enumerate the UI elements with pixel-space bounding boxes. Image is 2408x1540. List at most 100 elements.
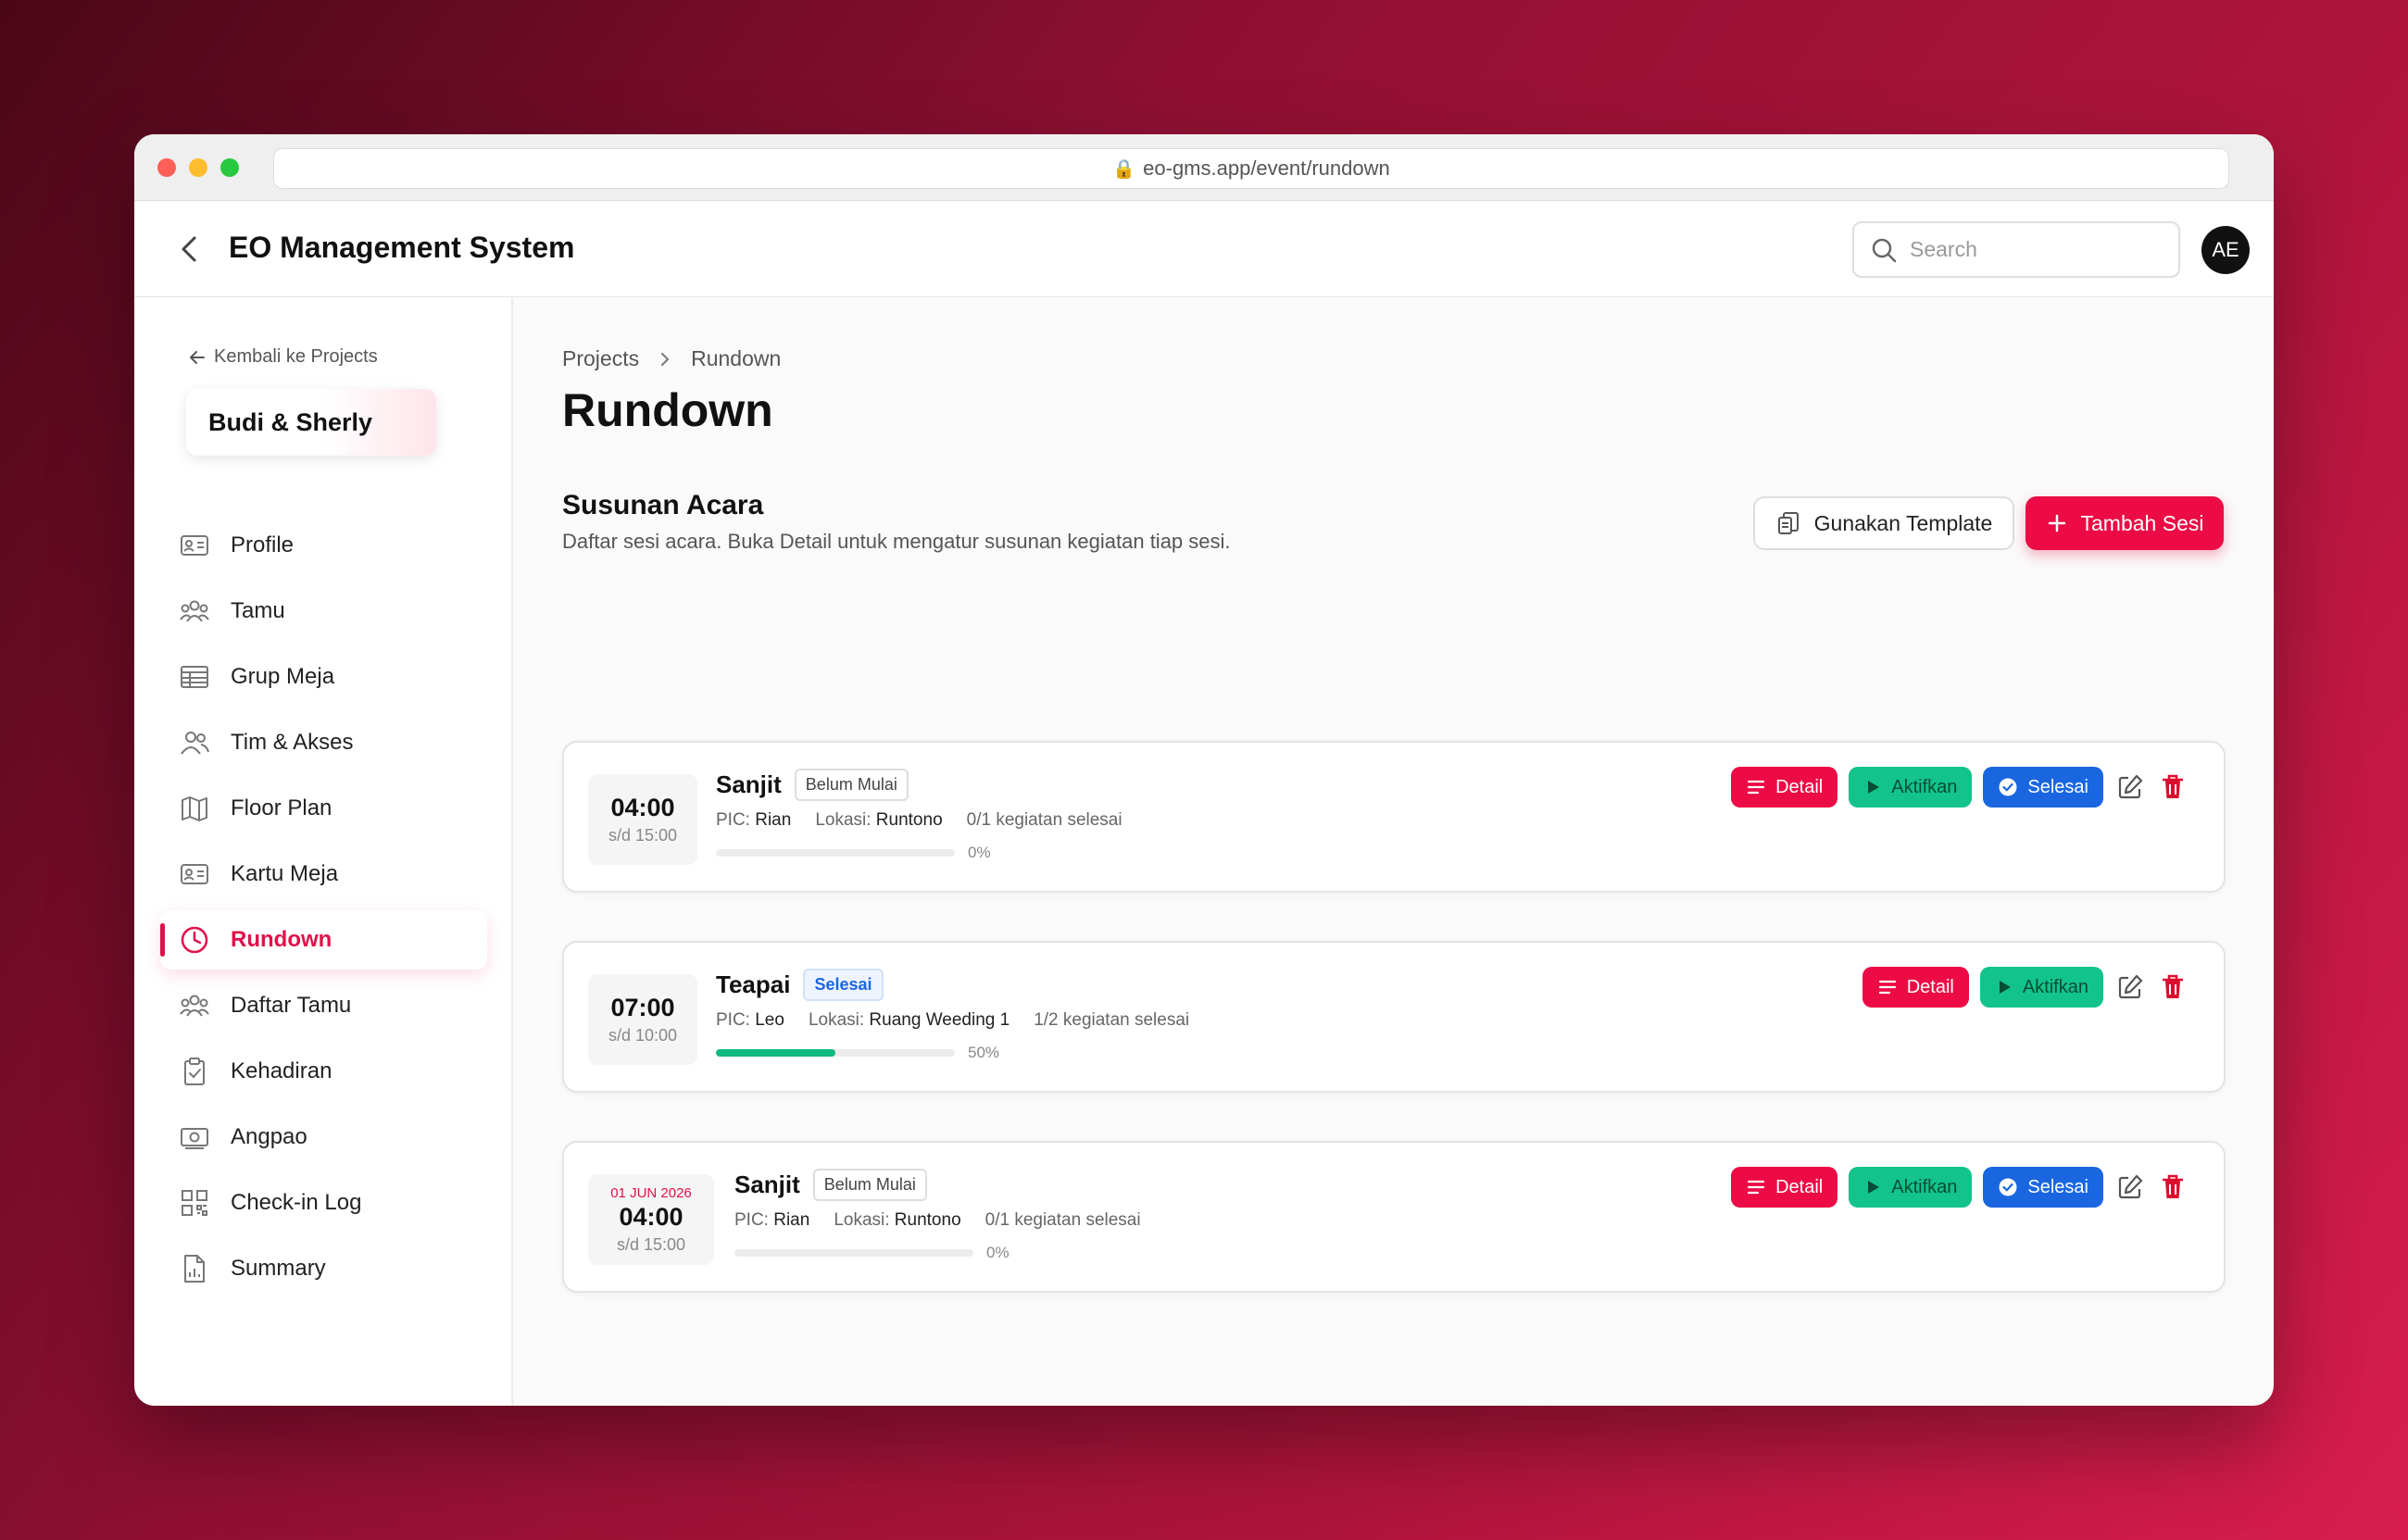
sidebar-item-daftar-tamu[interactable]: Daftar Tamu <box>160 976 487 1035</box>
activate-button[interactable]: Aktifkan <box>1979 967 2103 1008</box>
list-icon <box>1878 980 1896 995</box>
clipboard-check-icon <box>184 1058 205 1085</box>
maximize-window-button[interactable] <box>220 158 239 177</box>
sidebar-item-label: Floor Plan <box>231 795 332 820</box>
use-template-label: Gunakan Template <box>1813 510 1993 535</box>
detail-button[interactable]: Detail <box>1731 1167 1838 1208</box>
search-icon <box>1872 238 1897 262</box>
sidebar-nav: Profile Tamu Grup Meja Tim & Akses Floor… <box>160 516 487 1305</box>
check-circle-icon <box>1999 778 2017 796</box>
detail-button[interactable]: Detail <box>1731 767 1838 808</box>
sidebar-item-angpao[interactable]: Angpao <box>160 1108 487 1167</box>
breadcrumb-rundown: Rundown <box>691 346 782 370</box>
sidebar-item-tim-akses[interactable]: Tim & Akses <box>160 713 487 772</box>
breadcrumb-projects[interactable]: Projects <box>562 346 639 371</box>
finish-button[interactable]: Selesai <box>1983 767 2103 808</box>
activate-label: Aktifkan <box>2022 976 2088 997</box>
money-icon <box>181 1128 208 1149</box>
edit-button[interactable] <box>2114 1171 2146 1203</box>
session-name: Sanjit <box>716 770 782 798</box>
session-card: 01 JUN 2026 04:00 s/d 15:00 Sanjit Belum… <box>562 1141 2226 1293</box>
sidebar-item-label: Grup Meja <box>231 664 335 689</box>
project-name-card: Budi & Sherly <box>186 389 436 456</box>
detail-button[interactable]: Detail <box>1862 967 1969 1008</box>
sidebar-item-check-in-log[interactable]: Check-in Log <box>160 1173 487 1233</box>
edit-button[interactable] <box>2114 771 2146 803</box>
session-card: 07:00 s/d 10:00 Teapai Selesai PIC: Leo … <box>562 941 2226 1093</box>
close-window-button[interactable] <box>157 158 176 177</box>
back-to-projects-link[interactable]: Kembali ke Projects <box>188 346 378 368</box>
id-card-icon <box>181 535 208 556</box>
edit-button[interactable] <box>2114 971 2146 1003</box>
status-badge: Belum Mulai <box>794 769 909 801</box>
play-icon <box>1868 1181 1880 1194</box>
back-button[interactable] <box>173 231 207 268</box>
address-bar[interactable]: 🔒 eo-gms.app/event/rundown <box>273 148 2229 189</box>
session-time-box: 04:00 s/d 15:00 <box>588 774 697 865</box>
sidebar-item-tamu[interactable]: Tamu <box>160 582 487 641</box>
plus-icon <box>2048 514 2065 532</box>
report-icon <box>184 1255 205 1283</box>
sidebar-item-label: Tim & Akses <box>231 730 354 755</box>
session-name: Teapai <box>716 970 791 998</box>
delete-button[interactable] <box>2157 971 2189 1003</box>
pic-value: Leo <box>755 1010 784 1030</box>
session-activity-count: 1/2 kegiatan selesai <box>1034 1010 1190 1030</box>
detail-label: Detail <box>1775 776 1824 797</box>
sidebar-item-kartu-meja[interactable]: Kartu Meja <box>160 845 487 904</box>
location-value: Ruang Weeding 1 <box>869 1010 1010 1030</box>
sidebar-item-label: Summary <box>231 1256 326 1281</box>
sidebar-item-grup-meja[interactable]: Grup Meja <box>160 647 487 707</box>
section-title: Susunan Acara <box>562 490 764 520</box>
detail-label: Detail <box>1906 976 1954 997</box>
session-location: Lokasi: Runtono <box>815 810 942 831</box>
progress-percent: 0% <box>986 1244 1010 1261</box>
session-end-time: s/d 10:00 <box>608 1026 678 1045</box>
app-title: EO Management System <box>229 231 575 264</box>
sidebar-item-rundown[interactable]: Rundown <box>160 910 487 970</box>
session-start-time: 07:00 <box>610 994 675 1021</box>
progress-percent: 0% <box>968 844 991 861</box>
progress-bar <box>716 1049 955 1057</box>
page-title: Rundown <box>562 384 773 436</box>
use-template-button[interactable]: Gunakan Template <box>1753 496 2014 550</box>
activate-button[interactable]: Aktifkan <box>1849 1167 1973 1208</box>
team-icon <box>181 732 209 755</box>
map-icon <box>182 796 207 821</box>
session-actions: Detail Aktifkan <box>1862 967 2189 1008</box>
add-session-button[interactable]: Tambah Sesi <box>2025 496 2224 550</box>
chevron-left-icon <box>182 236 196 262</box>
finish-label: Selesai <box>2027 776 2088 797</box>
sidebar-item-label: Check-in Log <box>231 1190 362 1215</box>
session-date: 01 JUN 2026 <box>610 1184 692 1201</box>
minimize-window-button[interactable] <box>189 158 207 177</box>
session-end-time: s/d 15:00 <box>616 1234 686 1254</box>
user-avatar[interactable]: AE <box>2201 226 2250 274</box>
sidebar-item-summary[interactable]: Summary <box>160 1239 487 1298</box>
pic-value: Rian <box>773 1210 810 1230</box>
add-session-label: Tambah Sesi <box>2080 510 2204 535</box>
finish-label: Selesai <box>2027 1176 2088 1197</box>
session-pic: PIC: Rian <box>734 1210 809 1231</box>
activate-button[interactable]: Aktifkan <box>1849 767 1973 808</box>
search-box[interactable] <box>1852 221 2180 278</box>
guests-icon <box>180 995 209 1017</box>
activate-label: Aktifkan <box>1891 1176 1958 1197</box>
clock-icon <box>181 926 208 954</box>
sidebar-item-label: Profile <box>231 532 295 557</box>
card-icon <box>181 864 208 884</box>
sidebar-item-profile[interactable]: Profile <box>160 516 487 575</box>
session-start-time: 04:00 <box>610 794 675 821</box>
pic-label: PIC: <box>734 1210 769 1230</box>
session-location: Lokasi: Runtono <box>834 1210 960 1231</box>
search-input[interactable] <box>1910 237 2151 262</box>
delete-button[interactable] <box>2157 771 2189 803</box>
sidebar-item-kehadiran[interactable]: Kehadiran <box>160 1042 487 1101</box>
delete-button[interactable] <box>2157 1171 2189 1203</box>
finish-button[interactable]: Selesai <box>1983 1167 2103 1208</box>
edit-icon <box>2118 974 2143 999</box>
session-info: Teapai Selesai PIC: Leo Lokasi: Ruang We… <box>716 969 1189 1062</box>
browser-window: 🔒 eo-gms.app/event/rundown EO Management… <box>134 134 2274 1406</box>
session-start-time: 04:00 <box>619 1202 684 1231</box>
sidebar-item-floor-plan[interactable]: Floor Plan <box>160 779 487 838</box>
